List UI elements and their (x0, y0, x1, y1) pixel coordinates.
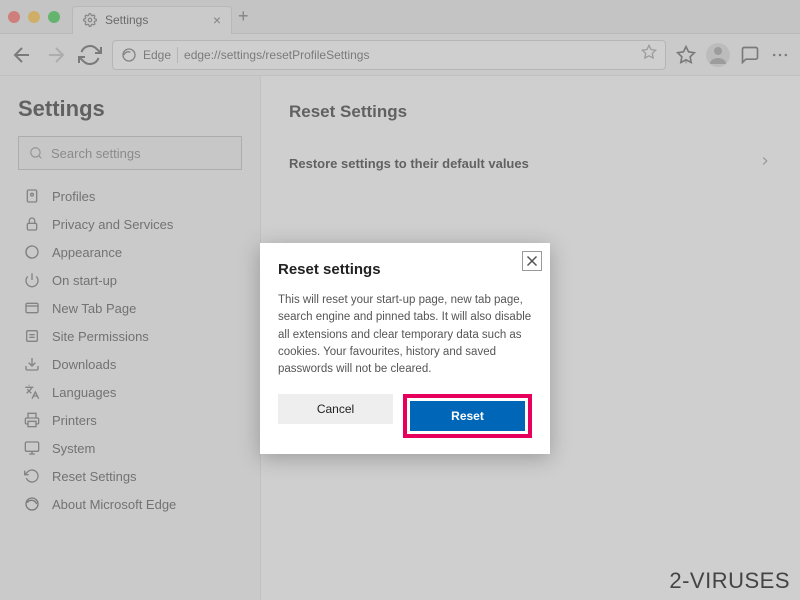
reset-dialog: Reset settings This will reset your star… (260, 243, 550, 454)
dialog-buttons: Cancel Reset (278, 394, 532, 438)
reset-button[interactable]: Reset (410, 401, 525, 431)
dialog-close-button[interactable] (522, 251, 542, 271)
dialog-body: This will reset your start-up page, new … (278, 292, 532, 378)
dialog-title: Reset settings (278, 261, 532, 278)
watermark: 2-VIRUSES (669, 568, 790, 594)
cancel-button[interactable]: Cancel (278, 394, 393, 424)
reset-highlight-box: Reset (403, 394, 532, 438)
